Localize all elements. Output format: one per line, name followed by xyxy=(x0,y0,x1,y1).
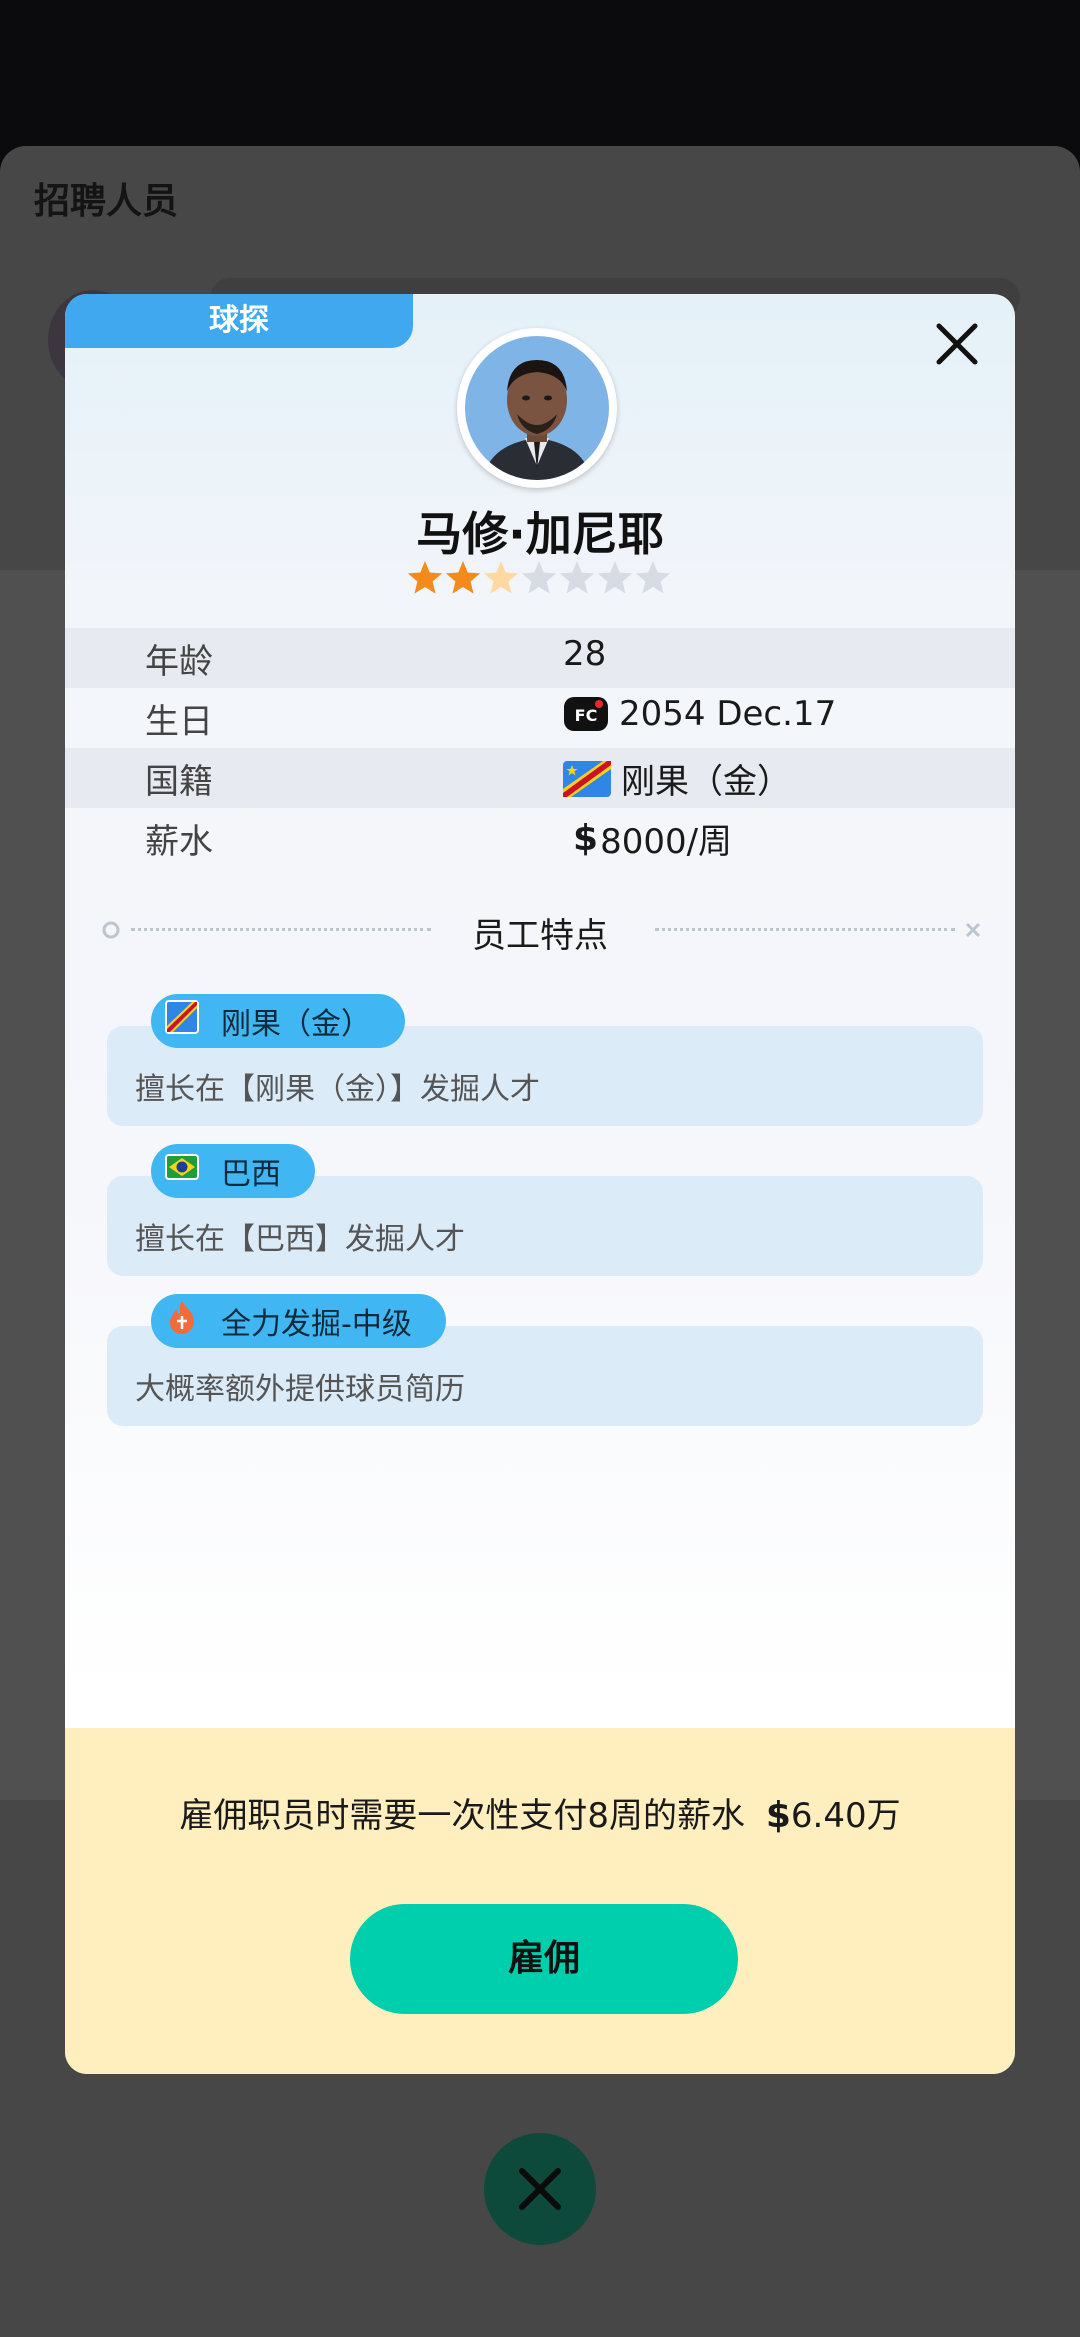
star-empty-icon xyxy=(597,561,633,594)
bottom-close-button[interactable] xyxy=(484,2133,596,2245)
close-icon xyxy=(519,2168,561,2210)
salary-label: 薪水 xyxy=(145,822,213,862)
trait-pill: 全力发掘-中级 xyxy=(151,1294,446,1348)
star-empty-icon xyxy=(559,561,595,594)
hire-footer: 雇佣职员时需要一次性支付8周的薪水 $6.40万 雇佣 xyxy=(65,1728,1015,2074)
hire-cost-amount: 6.40万 xyxy=(790,1796,901,1836)
trait-description: 擅长在【刚果（金）】发掘人才 xyxy=(135,1072,540,1107)
trait-title: 巴西 xyxy=(221,1157,281,1192)
info-row-age: 年龄 28 xyxy=(65,628,1015,688)
trait-description: 大概率额外提供球员简历 xyxy=(135,1372,465,1407)
brazil-flag-icon xyxy=(165,1150,199,1192)
staff-detail-modal: 球探 马修·加尼耶 年龄 28 生日 FC 2054 Dec.17 国籍 刚果（… xyxy=(65,294,1015,2074)
fire-icon xyxy=(165,1299,199,1343)
star-half-icon xyxy=(483,561,519,594)
hire-button[interactable]: 雇佣 xyxy=(350,1904,738,2014)
currency-icon: $ xyxy=(765,1795,791,1836)
trait-title: 全力发掘-中级 xyxy=(221,1307,412,1342)
age-label: 年龄 xyxy=(145,642,213,682)
nationality-value: 刚果（金） xyxy=(621,762,791,802)
trait-description: 擅长在【巴西】发掘人才 xyxy=(135,1222,465,1257)
birthday-value: 2054 Dec.17 xyxy=(619,694,837,734)
info-row-birthday: 生日 FC 2054 Dec.17 xyxy=(65,688,1015,748)
section-header: 员工特点 xyxy=(65,904,1015,956)
trait-title: 刚果（金） xyxy=(221,1007,371,1042)
congo-flag-icon xyxy=(563,760,611,797)
nationality-label: 国籍 xyxy=(145,762,213,802)
staff-name: 马修·加尼耶 xyxy=(416,507,664,561)
hire-cost-label: 雇佣职员时需要一次性支付8周的薪水 xyxy=(179,1796,746,1836)
age-value: 28 xyxy=(563,634,607,674)
svg-text:FC: FC xyxy=(575,706,598,725)
hire-cost-text: 雇佣职员时需要一次性支付8周的薪水 $6.40万 xyxy=(65,1788,1015,1837)
background-title: 招聘人员 xyxy=(34,181,179,222)
avatar xyxy=(457,328,617,488)
salary-value: 8000/周 xyxy=(600,822,733,862)
star-filled-icon xyxy=(445,561,481,594)
trait-pill: 巴西 xyxy=(151,1144,315,1198)
info-row-salary: 薪水 $ 8000/周 xyxy=(65,808,1015,868)
congo-flag-icon xyxy=(165,1000,199,1042)
close-icon[interactable] xyxy=(929,316,985,372)
star-filled-icon xyxy=(407,561,443,594)
section-title: 员工特点 xyxy=(472,916,608,956)
fc-logo-icon: FC xyxy=(563,696,609,732)
star-rating xyxy=(407,561,671,594)
cross-marker-icon xyxy=(965,922,981,938)
role-tag: 球探 xyxy=(65,294,413,348)
birthday-label: 生日 xyxy=(145,702,213,742)
info-row-nationality: 国籍 刚果（金） xyxy=(65,748,1015,808)
star-empty-icon xyxy=(521,561,557,594)
currency-icon: $ xyxy=(573,818,599,859)
trait-pill: 刚果（金） xyxy=(151,994,405,1048)
star-empty-icon xyxy=(635,561,671,594)
